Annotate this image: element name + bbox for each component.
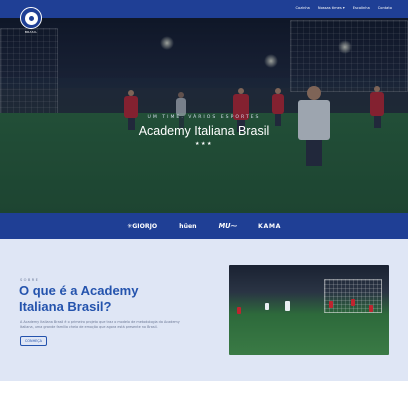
player-figure [329, 301, 333, 308]
about-photo [229, 265, 389, 355]
sponsor-logo-giorjo[interactable]: ✳GIORJO [127, 223, 157, 230]
hero-subtitle: UM TIME. VÁRIOS ESPORTES [147, 115, 261, 120]
section-kicker: SOBRE [20, 278, 40, 282]
sponsor-logo-huen[interactable]: hüen [179, 223, 196, 230]
rating-stars: ★★★ [195, 141, 213, 147]
player-figure [285, 301, 290, 311]
club-crest-logo[interactable] [20, 7, 42, 29]
hero-banner: UM TIME. VÁRIOS ESPORTES Academy Italian… [0, 18, 408, 213]
nav-item-contato[interactable]: Contato [378, 6, 392, 10]
chevron-down-icon: ▾ [342, 6, 345, 10]
nav-item-cozinha[interactable]: Cozinha [296, 6, 310, 10]
page-footer [0, 381, 408, 403]
goal-net [324, 279, 382, 313]
hero-title: Academy Italiana Brasil [138, 124, 270, 138]
player-figure [351, 299, 355, 306]
swoosh-icon: ⁓ [230, 222, 237, 230]
site-header: Cozinha Nossas times ▾ Escolinha Contato [0, 0, 408, 18]
sponsors-band: ✳GIORJO hüen MU⁓ KAMA [0, 213, 408, 239]
nav-item-escolinha[interactable]: Escolinha [353, 6, 370, 10]
nav-item-nossas-times[interactable]: Nossas times ▾ [318, 6, 345, 10]
main-nav: Cozinha Nossas times ▾ Escolinha Contato [296, 6, 392, 10]
sponsor-logo-mu[interactable]: MU⁓ [219, 222, 236, 230]
sponsor-name: MU [218, 222, 231, 230]
logo-caption: BRASIL [24, 30, 38, 34]
about-section: SOBRE O que é a Academy Italiana Brasil?… [0, 239, 408, 381]
crest-emblem [24, 11, 38, 25]
player-figure [237, 307, 241, 314]
about-description: A Academy Italiana Brasil é o primeiro p… [20, 320, 180, 330]
player-figure [265, 303, 269, 310]
sponsor-logo-kama[interactable]: KAMA [258, 223, 281, 230]
nav-item-label: Nossas times [317, 6, 342, 10]
sponsor-name: GIORJO [132, 222, 158, 230]
learn-more-button[interactable]: CONHEÇA [20, 336, 47, 346]
about-title: O que é a Academy Italiana Brasil? [19, 283, 139, 314]
player-figure [369, 305, 373, 312]
